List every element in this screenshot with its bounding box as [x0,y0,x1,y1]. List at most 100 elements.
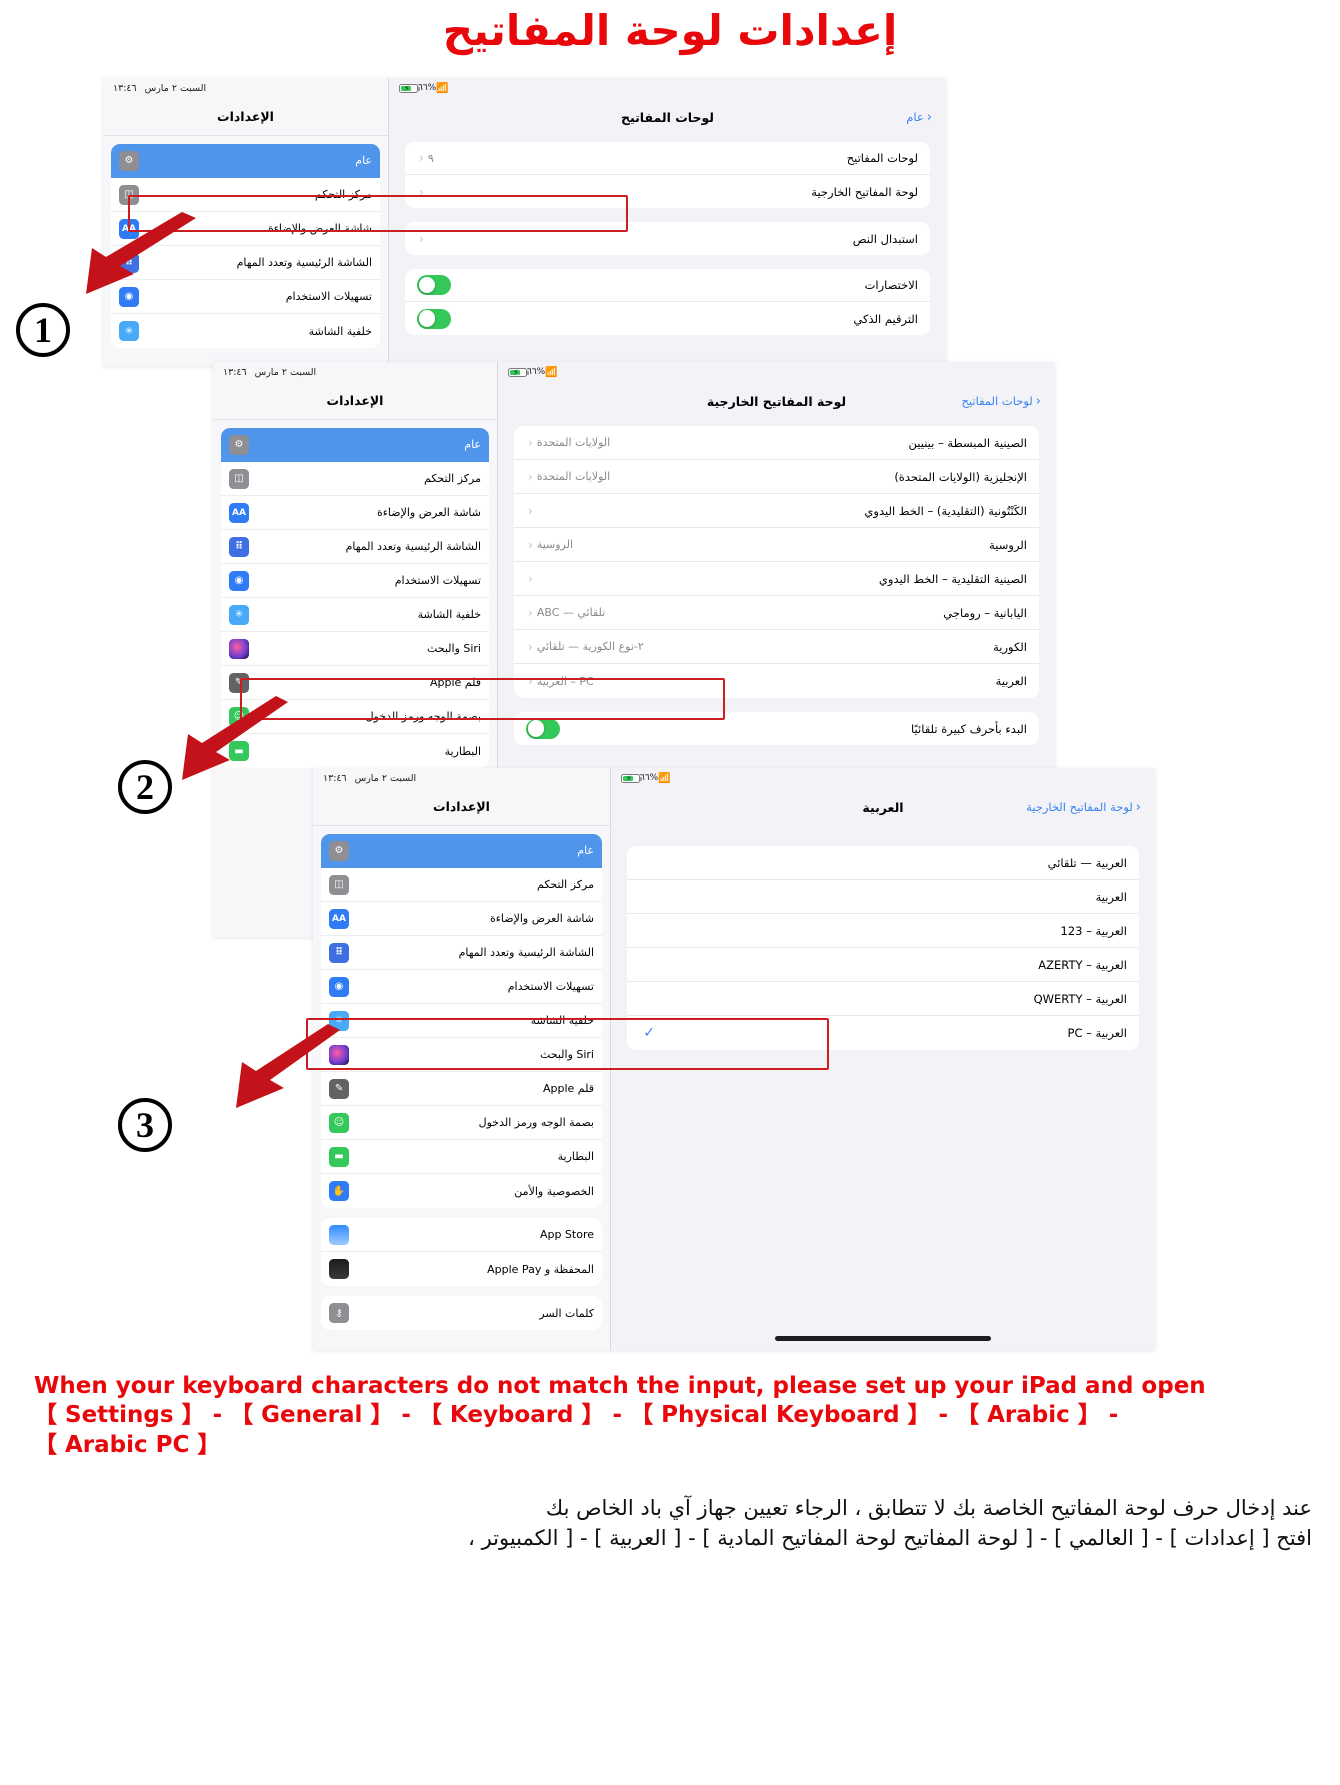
sidebar-item-6[interactable]: Siri والبحث [221,632,489,666]
row-value: العربية – PC [536,674,594,688]
sidebar-item-0[interactable]: عام ⚙ [221,428,489,462]
gear-icon: ⚙ [119,150,139,171]
back-button-keyboards[interactable]: ‹ لوحات المفاتيح [961,394,1041,408]
sidebar-item-1[interactable]: مركز التحكم ◫ [221,462,489,496]
caption-en-line3: 【 Arabic PC 】 [34,1431,221,1458]
chevron-left-icon: ‹ [419,151,424,165]
sidebar-item-2[interactable]: شاشة العرض والإضاءة AA [321,902,602,936]
control-center-icon: ◫ [329,874,349,895]
status-time: ١٣:٤٦ [223,366,247,378]
step-marker-2: 2 [118,760,172,814]
battery-icon: ⚡ [399,83,420,93]
row-label: الروسية [989,537,1027,552]
sidebar-item-8[interactable]: بصمة الوجه ورمز الدخول ☺ [321,1106,602,1140]
sidebar-item-label: قلم Apple [542,1082,594,1095]
chevron-left-icon: ‹ [1035,393,1041,409]
sidebar-item-0[interactable]: عام ⚙ [321,834,602,868]
panel2-keyboard-list: الصينية المبسطة – بينيين الولايات المتحدة… [514,426,1039,698]
chevron-left-icon: ‹ [528,537,533,552]
settings-list-long: عام ⚙ مركز التحكم ◫ شاشة العرض والإضاءة AA الش… [321,834,602,1208]
sidebar-item-1[interactable]: مركز التحكم ◫ [321,868,602,902]
sidebar-item-5[interactable]: خلفية الشاشة ✳ [221,598,489,632]
sidebar-item-5[interactable]: خلفية الشاشة ✳ [111,314,380,348]
autocapitalize-toggle[interactable] [526,718,560,739]
chevron-left-icon: ‹ [528,571,533,586]
caption-en-line2: 【 Settings 】 - 【 General 】 - 【 Keyboard … [34,1402,1119,1429]
battery-icon: ⚡ [508,367,529,377]
back-label: عام [906,110,924,124]
smart-punctuation-toggle[interactable] [417,308,451,329]
back-button-general[interactable]: ‹ عام [906,110,932,124]
siri-icon [229,638,249,659]
face-id-icon: ☺ [329,1112,349,1133]
sidebar-item-2[interactable]: شاشة العرض والإضاءة AA [221,496,489,530]
row-smart-punctuation[interactable]: الترقيم الذكي [405,302,930,335]
sidebar-item-9[interactable]: البطارية ▬ [321,1140,602,1174]
settings-list-passwords: كلمات السر ⚷ [321,1296,602,1330]
panel3-detail: ⚡ ٦٦% 📶 ‹ لوحة المفاتيح الخارجية العربية… [610,768,1155,1350]
sidebar-item-3[interactable]: الشاشة الرئيسية وتعدد المهام ⠿ [321,936,602,970]
sidebar-item-0[interactable]: App Store [321,1218,602,1252]
arrow-2 [182,696,288,780]
back-label: لوحات المفاتيح [961,394,1033,408]
panel1-title: لوحات المفاتيح [621,109,714,125]
sidebar-item-5[interactable]: خلفية الشاشة ✳ [321,1004,602,1038]
list-item[interactable]: العربية – AZERTY [627,948,1139,982]
table-row[interactable]: الكَنْتُونية (التقليدية) – الخط اليدوي ‹ [514,494,1039,528]
display-brightness-icon: AA [229,502,249,523]
list-item[interactable]: العربية [627,880,1139,914]
table-row[interactable]: الروسية الروسية ‹ [514,528,1039,562]
row-keyboards[interactable]: لوحات المفاتيح ٩ ‹ [405,142,930,175]
row-external-keyboard[interactable]: لوحة المفاتيح الخارجية ‹ [405,175,930,208]
row-value: ٢-نوع الكورية — تلقائي [536,640,644,653]
sidebar-item-0[interactable]: عام ⚙ [111,144,380,178]
table-row[interactable]: الإنجليزية (الولايات المتحدة) الولايات ال… [514,460,1039,494]
sidebar-item-10[interactable]: الخصوصية والأمن ✋ [321,1174,602,1208]
table-row[interactable]: اليابانية – روماجي ABC — تلقائي ‹ [514,596,1039,630]
wallpaper-icon: ✳ [119,321,139,341]
row-label: الاختصارات [864,278,918,292]
sidebar-item-label: الشاشة الرئيسية وتعدد المهام [345,540,481,553]
list-item-label: العربية – QWERTY [1033,991,1127,1006]
sidebar-item-0[interactable]: كلمات السر ⚷ [321,1296,602,1330]
table-row[interactable]: الصينية التقليدية – الخط اليدوي ‹ [514,562,1039,596]
list-item[interactable]: العربية — تلقائي [627,846,1139,880]
row-value: الروسية [536,538,574,551]
list-item[interactable]: العربية – QWERTY [627,982,1139,1016]
shortcuts-toggle[interactable] [417,275,451,295]
settings-header: الإعدادات [213,382,497,420]
status-date: السبت ٢ مارس [354,772,417,784]
battery-icon: ▬ [329,1146,349,1167]
sidebar-item-1[interactable]: مركز التحكم ◫ [111,178,380,212]
row-text-replacement[interactable]: استبدال النص ‹ [405,222,930,255]
app-store-icon [329,1224,349,1245]
sidebar-item-7[interactable]: قلم Apple ✎ [321,1072,602,1106]
list-item[interactable]: العربية – 123 [627,914,1139,948]
back-button-external-keyboard[interactable]: ‹ لوحة المفاتيح الخارجية [1026,800,1141,814]
battery-icon: ⚡ [621,773,642,783]
status-date: السبت ٢ مارس [144,82,207,94]
apple-pencil-icon: ✎ [229,672,249,693]
arrow-1 [86,212,196,294]
row-autocapitalize[interactable]: البدء بأحرف كبيرة تلقائيًا [514,712,1039,745]
sidebar-item-label: مركز التحكم [315,188,372,201]
table-row[interactable]: العربية العربية – PC ‹ [514,664,1039,698]
table-row[interactable]: الصينية المبسطة – بينيين الولايات المتحدة… [514,426,1039,460]
table-row[interactable]: الكورية ٢-نوع الكورية — تلقائي ‹ [514,630,1039,664]
sidebar-item-3[interactable]: الشاشة الرئيسية وتعدد المهام ⠿ [221,530,489,564]
sidebar-item-4[interactable]: تسهيلات الاستخدام ◉ [221,564,489,598]
list-item[interactable]: العربية – PC ✓ [627,1016,1139,1050]
sidebar-item-6[interactable]: Siri والبحث [321,1038,602,1072]
wifi-icon: 📶 [658,772,671,784]
panel1-group-3: الاختصارات الترقيم الذكي [405,269,930,335]
chevron-left-icon: ‹ [528,605,533,620]
row-shortcuts[interactable]: الاختصارات [405,269,930,302]
wallpaper-icon: ✳ [229,604,249,625]
sidebar-item-1[interactable]: المحفظة و Apple Pay [321,1252,602,1286]
sidebar-item-label: عام [355,154,372,167]
sidebar-item-4[interactable]: تسهيلات الاستخدام ◉ [321,970,602,1004]
accessibility-icon: ◉ [329,976,349,997]
row-label: الكَنْتُونية (التقليدية) – الخط اليدوي [864,503,1027,518]
battery-percent: ٦٦% [640,773,659,783]
gear-icon: ⚙ [329,840,349,861]
